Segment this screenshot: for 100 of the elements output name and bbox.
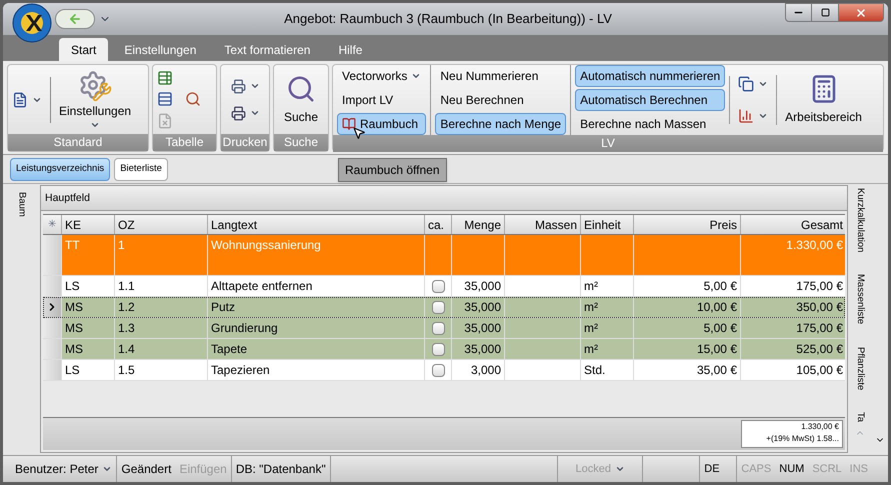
document-icon: [12, 92, 28, 108]
status-item[interactable]: NUM: [775, 456, 808, 482]
ribbon-button[interactable]: Automatisch Berechnen: [575, 89, 726, 111]
print-preview-button[interactable]: [230, 106, 260, 120]
status-item[interactable]: Geändert: [117, 456, 176, 482]
ribbon-button[interactable]: Raumbuch: [337, 113, 426, 135]
table-cell: 5,00 €: [633, 318, 740, 338]
printer-icon: [230, 78, 246, 94]
bar-chart-icon: [738, 108, 754, 124]
search-icon[interactable]: [184, 91, 200, 108]
status-item[interactable]: DB: "Datenbank": [232, 456, 331, 482]
gear-wrench-icon: [78, 70, 112, 102]
document-tab[interactable]: Bieterliste: [114, 158, 168, 181]
table-cell: 35,000: [451, 339, 504, 359]
table-cell: 1.3: [114, 318, 207, 338]
table-cell: 35,000: [451, 318, 504, 338]
checkbox[interactable]: [432, 342, 444, 356]
checkbox[interactable]: [432, 280, 444, 292]
close-button[interactable]: [838, 3, 884, 22]
book-icon: [342, 117, 356, 131]
group-label: LV: [333, 135, 883, 152]
column-header[interactable]: OZ: [114, 215, 207, 234]
ribbon-button[interactable]: Automatisch nummerieren: [575, 65, 726, 87]
side-tab[interactable]: Baum: [14, 192, 29, 217]
ribbon-button[interactable]: Vectorworks: [337, 65, 426, 87]
ribbon-tab[interactable]: Hilfe: [326, 38, 374, 61]
table-cell: Grundierung: [207, 318, 424, 338]
group-label: Standard: [8, 134, 148, 151]
caret-icon: [250, 81, 260, 91]
table-cell: TT: [61, 235, 114, 275]
table-cell: Tapezieren: [207, 360, 424, 380]
column-header[interactable]: Massen: [504, 215, 580, 234]
table-cell: m²: [580, 276, 633, 296]
close-icon: [855, 6, 867, 18]
table-cell: Tapete: [207, 339, 424, 359]
table-cell: Putz: [207, 297, 424, 317]
workspace-button[interactable]: Arbeitsbereich: [777, 74, 870, 126]
ribbon-button[interactable]: Berechne nach Massen: [575, 113, 726, 135]
ribbon-button[interactable]: Neu Berechnen: [435, 89, 566, 111]
maximize-icon: [820, 8, 830, 17]
search-button[interactable]: Suche: [274, 65, 328, 134]
table-cell: 1.4: [114, 339, 207, 359]
summary-text: 1.330,00 €: [800, 421, 839, 433]
table-cell: 1.330,00 €: [740, 235, 846, 275]
caret-icon: [758, 79, 768, 89]
table-cell: 175,00 €: [740, 276, 846, 296]
status-item[interactable]: Benutzer: Peter: [11, 456, 118, 482]
ribbon-button[interactable]: Neu Nummerieren: [435, 65, 566, 87]
maximize-button[interactable]: [812, 3, 838, 22]
table-cell: 35,000: [451, 276, 504, 296]
table-cell: 5,00 €: [633, 276, 740, 296]
table-cell: 15,00 €: [633, 339, 740, 359]
table-cell: 1.1: [114, 276, 207, 296]
side-tab[interactable]: Kurzkalkulation: [852, 188, 868, 252]
print-button[interactable]: [230, 78, 260, 94]
column-header[interactable]: Gesamt: [740, 215, 846, 234]
table-cell: 1.5: [114, 360, 207, 380]
grid-caption: Hauptfeld: [41, 186, 847, 211]
checkbox[interactable]: [432, 364, 444, 376]
table-cell: 35,000: [451, 297, 504, 317]
table-cell: Wohnungssanierung: [207, 235, 424, 275]
caret-icon: [250, 108, 260, 118]
column-header[interactable]: Langtext: [207, 215, 424, 234]
table-cell: LS: [61, 360, 114, 380]
caret-icon: [758, 111, 768, 121]
corner-mark[interactable]: ✳: [43, 215, 61, 234]
ribbon-tab[interactable]: Einstellungen: [112, 38, 208, 61]
ribbon-button[interactable]: Import LV: [337, 89, 426, 111]
caret-icon: [411, 71, 422, 81]
table-cell: MS: [61, 297, 114, 317]
status-item[interactable]: DE: [699, 456, 738, 482]
column-header[interactable]: Menge: [451, 215, 504, 234]
table-cell: m²: [580, 318, 633, 338]
checkbox[interactable]: [432, 322, 444, 334]
table-cell: 35,00 €: [633, 360, 740, 380]
ribbon-tab[interactable]: Start: [59, 38, 108, 61]
side-tab[interactable]: Massenliste: [852, 274, 868, 325]
copy-button[interactable]: [738, 76, 768, 92]
table-cell: Alttapete entfernen: [207, 276, 424, 296]
side-tab[interactable]: Ta: [852, 412, 868, 422]
side-tab[interactable]: Pflanzliste: [852, 346, 868, 390]
table-cell: MS: [61, 318, 114, 338]
chart-button[interactable]: [738, 108, 768, 124]
row-header[interactable]: [43, 297, 61, 317]
table-cell: 525,00 €: [740, 339, 846, 359]
column-header[interactable]: KE: [61, 215, 114, 234]
document-tab[interactable]: Leistungsverzeichnis: [10, 158, 110, 181]
checkbox[interactable]: [432, 300, 444, 314]
column-header[interactable]: Preis: [633, 215, 740, 234]
table-cell: Std.: [580, 360, 633, 380]
group-label: Suche: [274, 134, 328, 151]
column-header[interactable]: ca.: [424, 215, 451, 234]
minimize-button[interactable]: [785, 3, 812, 22]
summary-text: +(19% MwSt) 1.58...: [765, 433, 839, 445]
settings-button[interactable]: Einstellungen: [55, 70, 136, 130]
column-header[interactable]: Einheit: [580, 215, 633, 234]
table-cell: m²: [580, 339, 633, 359]
ribbon-button[interactable]: Berechne nach Menge: [435, 113, 566, 135]
ribbon-tab[interactable]: Text formatieren: [212, 38, 322, 61]
table-cell: 10,00 €: [633, 297, 740, 317]
